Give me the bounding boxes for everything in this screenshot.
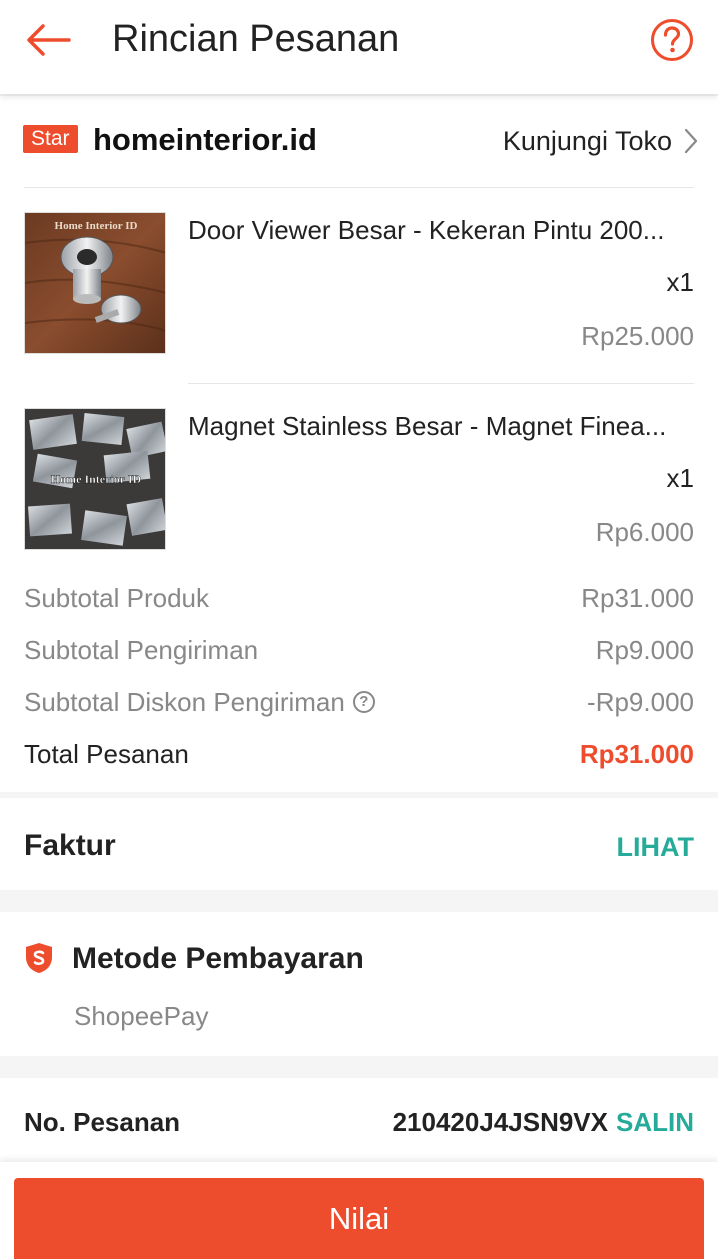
product-quantity: x1	[666, 267, 694, 297]
visit-shop-label: Kunjungi Toko	[502, 126, 672, 156]
subtotal-shipping-label: Subtotal Pengiriman	[24, 634, 259, 665]
order-total-value: Rp31.000	[579, 738, 694, 769]
order-total-row: Total Pesanan Rp31.000	[24, 734, 694, 774]
bottom-action-bar: Nilai	[0, 1162, 718, 1259]
product-price: Rp25.000	[581, 321, 694, 351]
visit-shop-link[interactable]: Kunjungi Toko	[503, 124, 698, 158]
chevron-right-icon	[684, 128, 698, 154]
payment-method-value: ShopeePay	[74, 1001, 209, 1031]
product-image: Home Interior ID	[24, 212, 166, 354]
subtotal-product-row: Subtotal Produk Rp31.000	[24, 578, 694, 618]
app-header: Rincian Pesanan	[0, 0, 718, 94]
product-image: Home Interior ID	[24, 408, 166, 550]
page-title: Rincian Pesanan	[112, 18, 400, 60]
subtotal-product-value: Rp31.000	[581, 582, 694, 613]
order-card: Star homeinterior.id Kunjungi Toko Home …	[0, 96, 718, 792]
help-button[interactable]	[650, 18, 694, 62]
shop-name[interactable]: homeinterior.id	[93, 122, 317, 158]
invoice-label: Faktur	[24, 829, 116, 862]
product-divider	[188, 383, 694, 384]
invoice-row[interactable]: Faktur LIHAT	[0, 798, 718, 890]
back-button[interactable]	[22, 18, 74, 62]
product-watermark: Home Interior ID	[55, 220, 138, 232]
product-watermark: Home Interior ID	[51, 472, 142, 486]
subtotal-shipping-row: Subtotal Pengiriman Rp9.000	[24, 630, 694, 670]
shipping-discount-value: -Rp9.000	[587, 686, 694, 717]
product-quantity: x1	[666, 463, 694, 493]
order-number-value: 210420J4JSN9VX	[392, 1107, 608, 1137]
product-price: Rp6.000	[595, 517, 694, 547]
star-badge: Star	[23, 125, 78, 153]
payment-method-title: Metode Pembayaran	[72, 942, 364, 975]
view-invoice-link[interactable]: LIHAT	[617, 830, 694, 864]
shop-row: Star homeinterior.id Kunjungi Toko	[0, 96, 718, 188]
product-name: Magnet Stainless Besar - Magnet Finea...	[188, 411, 667, 441]
payment-method-section: Metode Pembayaran ShopeePay	[0, 912, 718, 1056]
product-name: Door Viewer Besar - Kekeran Pintu 200...	[188, 215, 665, 245]
shop-divider	[24, 187, 694, 188]
product-item[interactable]: Home Interior ID Magnet Stainless Besar …	[0, 388, 718, 558]
rate-button[interactable]: Nilai	[14, 1178, 704, 1259]
info-icon[interactable]: ?	[352, 691, 375, 713]
shipping-discount-row: Subtotal Diskon Pengiriman ? -Rp9.000	[24, 682, 694, 722]
shield-icon	[26, 943, 52, 973]
arrow-left-icon	[27, 24, 71, 56]
order-total-label: Total Pesanan	[24, 738, 189, 769]
order-number-label: No. Pesanan	[24, 1107, 181, 1137]
order-detail-page: Rincian Pesanan Star homeinterior.id Kun…	[0, 0, 718, 1259]
copy-order-number-button[interactable]: SALIN	[616, 1106, 694, 1138]
subtotal-shipping-value: Rp9.000	[595, 634, 694, 665]
shipping-discount-label: Subtotal Diskon Pengiriman	[24, 686, 345, 717]
product-item[interactable]: Home Interior ID Door Viewer Besar - Kek…	[0, 192, 718, 362]
help-circle-icon	[651, 19, 693, 61]
subtotal-product-label: Subtotal Produk	[24, 582, 210, 613]
